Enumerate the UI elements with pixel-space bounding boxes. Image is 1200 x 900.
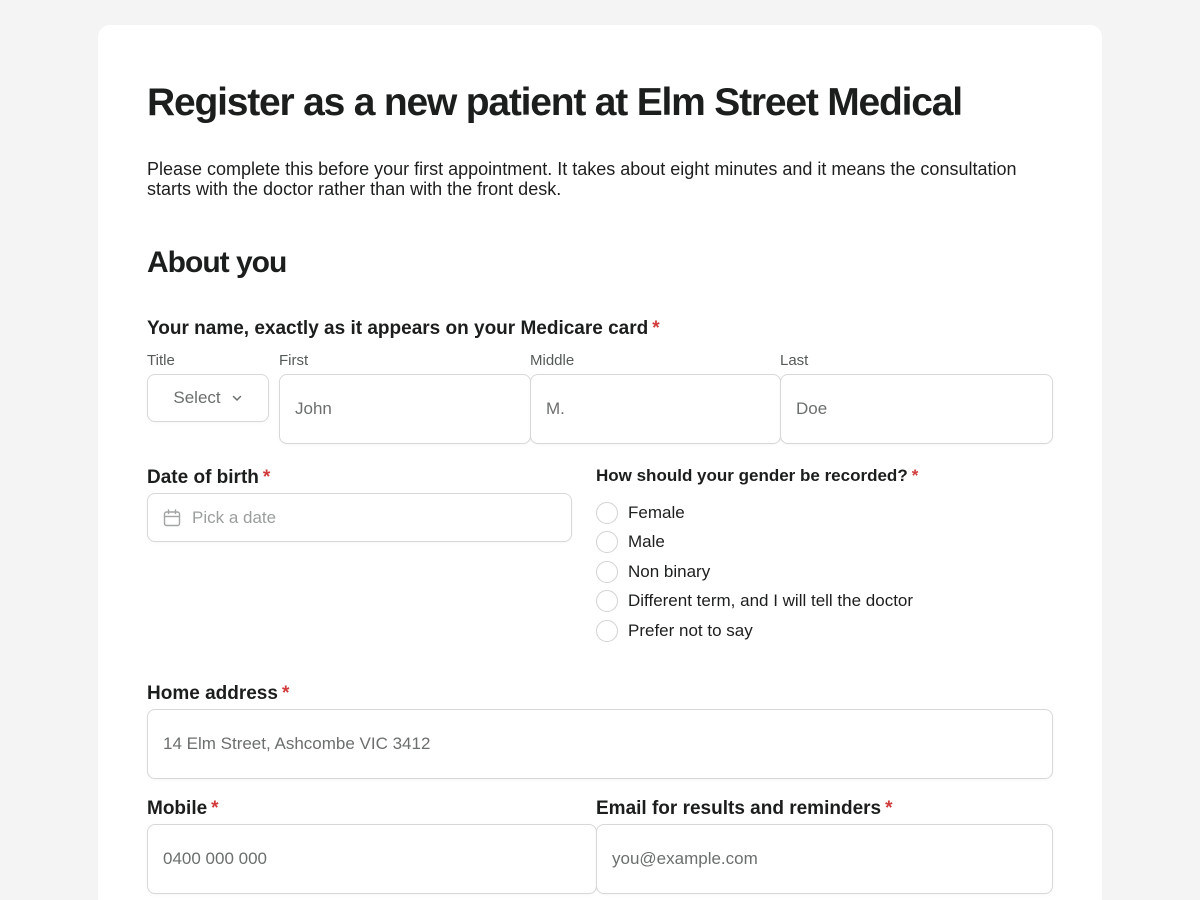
mobile-input[interactable]: 0400 000 000 — [147, 824, 597, 894]
email-placeholder: you@example.com — [612, 849, 758, 868]
gender-option-non-binary[interactable]: Non binary — [596, 561, 710, 583]
gender-option-label: Non binary — [628, 562, 711, 581]
middle-name-input[interactable]: M. — [530, 374, 781, 444]
required-marker: * — [211, 798, 219, 819]
email-label: Email for results and reminders * — [596, 798, 893, 820]
name-label: Your name, exactly as it appears on your… — [147, 318, 660, 340]
radio-button[interactable] — [596, 531, 618, 553]
required-marker: * — [885, 798, 893, 819]
middle-name-placeholder: M. — [546, 399, 565, 418]
gender-option-female[interactable]: Female — [596, 502, 685, 524]
mobile-label: Mobile * — [147, 798, 219, 820]
last-name-sub-label: Last — [780, 352, 809, 369]
first-name-input[interactable]: John — [279, 374, 531, 444]
dob-date-picker[interactable]: Pick a date — [147, 493, 572, 542]
email-input[interactable]: you@example.com — [596, 824, 1053, 894]
gender-option-different-term[interactable]: Different term, and I will tell the doct… — [596, 590, 913, 612]
radio-button[interactable] — [596, 502, 618, 524]
registration-card: Register as a new patient at Elm Street … — [98, 25, 1102, 900]
calendar-icon — [163, 508, 181, 526]
last-name-input[interactable]: Doe — [780, 374, 1053, 444]
chevron-down-icon — [232, 395, 241, 401]
title-sub-label: Title — [147, 352, 175, 369]
address-label-text: Home address — [147, 683, 278, 704]
gender-option-label: Female — [628, 503, 685, 522]
first-name-sub-label: First — [279, 352, 309, 369]
mobile-label-text: Mobile — [147, 798, 208, 819]
required-marker: * — [652, 318, 660, 339]
gender-option-label: Male — [628, 532, 665, 551]
address-label: Home address * — [147, 683, 289, 705]
title-select-value: Select — [173, 388, 221, 407]
dob-label-text: Date of birth — [147, 467, 259, 488]
gender-label: How should your gender be recorded? * — [596, 466, 918, 486]
radio-button[interactable] — [596, 590, 618, 612]
dob-label: Date of birth * — [147, 467, 270, 489]
radio-button[interactable] — [596, 561, 618, 583]
gender-option-male[interactable]: Male — [596, 531, 665, 553]
gender-option-prefer-not-to-say[interactable]: Prefer not to say — [596, 620, 753, 642]
dob-placeholder: Pick a date — [192, 507, 277, 527]
gender-option-label: Prefer not to say — [628, 621, 753, 640]
address-placeholder: 14 Elm Street, Ashcombe VIC 3412 — [163, 734, 431, 753]
last-name-placeholder: Doe — [796, 399, 828, 418]
page-title: Register as a new patient at Elm Street … — [147, 81, 963, 124]
mobile-placeholder: 0400 000 000 — [163, 849, 267, 868]
first-name-placeholder: John — [295, 399, 332, 418]
intro-text: Please complete this before your first a… — [147, 159, 1017, 199]
section-title-about-you: About you — [147, 246, 287, 279]
name-label-text: Your name, exactly as it appears on your… — [147, 318, 649, 339]
gender-label-text: How should your gender be recorded? — [596, 466, 908, 485]
middle-name-sub-label: Middle — [530, 352, 575, 369]
gender-option-label: Different term, and I will tell the doct… — [628, 591, 914, 610]
required-marker: * — [262, 467, 271, 488]
email-label-text: Email for results and reminders — [596, 798, 882, 819]
radio-button[interactable] — [596, 620, 618, 642]
required-marker: * — [911, 466, 919, 485]
title-select[interactable]: Select — [147, 374, 269, 422]
required-marker: * — [281, 683, 290, 704]
address-input[interactable]: 14 Elm Street, Ashcombe VIC 3412 — [147, 709, 1053, 779]
